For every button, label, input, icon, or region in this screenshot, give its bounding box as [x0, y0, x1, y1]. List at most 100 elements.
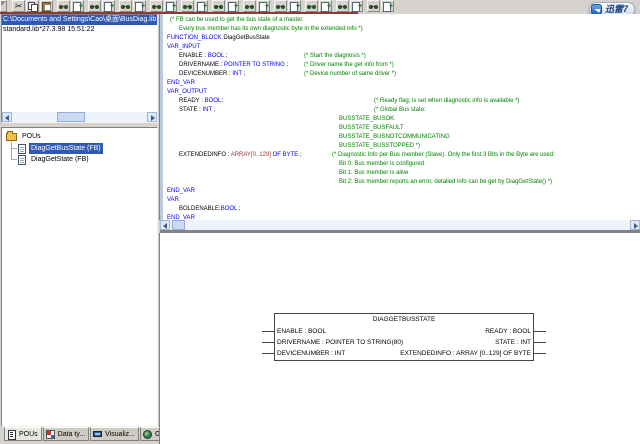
cut-icon[interactable]: [12, 0, 25, 12]
insert-page-icon[interactable]: [102, 0, 115, 12]
code-line: STATE : INT ;(* Global Bus state:: [164, 106, 640, 115]
insert-page-icon[interactable]: [195, 0, 208, 12]
code-line: BUSSTATE_BUSOK: [164, 115, 640, 124]
library-file-panel[interactable]: C:\Documents and Settings\Cao\桌面\BusDiag…: [1, 14, 158, 123]
code-comment: (* Diagnostic Info per Bus member (Slave…: [332, 151, 555, 160]
pou-tree-panel[interactable]: POUs DiagGetBusState (FB)DiagGetState (F…: [1, 127, 158, 427]
code-comment: (* Start the diagnosis *): [304, 52, 366, 61]
eyeglasses-icon[interactable]: [243, 0, 256, 12]
eyeglasses-icon[interactable]: [212, 0, 225, 12]
tree-item-diaggetstate-fb-[interactable]: DiagGetState (FB): [18, 154, 157, 165]
code-comment: BUSSTATE_BUSNOTCOMMUNICATING: [339, 133, 450, 142]
declaration-editor[interactable]: (* FB can be used to get the bus state o…: [159, 14, 640, 220]
code-line: VAR_INPUT: [164, 43, 640, 52]
tree-root-label: POUs: [20, 131, 43, 142]
eyeglasses-icon[interactable]: [305, 0, 318, 12]
fbd-pin-row: DEVICENUMBER : INTEXTENDEDINFO : ARRAY […: [277, 349, 531, 358]
eyeglasses-icon[interactable]: [367, 0, 380, 12]
library-info-item[interactable]: standard.lib*27.3.98 15:51:22: [2, 25, 157, 35]
tab-visualiz[interactable]: Visualiz...: [90, 427, 139, 441]
code-token: ;: [224, 53, 227, 59]
datatypes-icon: [46, 430, 56, 440]
code-token: INT: [202, 107, 212, 113]
tree-connector-tick: [11, 159, 17, 160]
eyeglasses-icon[interactable]: [150, 0, 163, 12]
output-pin-line: [534, 342, 546, 343]
code-line: BUSSTATE_BUSFAULT: [164, 124, 640, 133]
code-token: VAR_INPUT: [167, 44, 200, 50]
code-line: BUSSTATE_BUSNOTCOMMUNICATING: [164, 133, 640, 142]
code-token: ;: [242, 71, 245, 77]
clipped-toolbar-icon[interactable]: [0, 0, 7, 12]
insert-page-icon[interactable]: [257, 0, 270, 12]
output-pin-line: [534, 353, 546, 354]
tree-item-label: DiagGetBusState (FB): [29, 143, 103, 154]
code-line: Bit 2: Bus member reports an error, deta…: [164, 178, 640, 187]
fbd-input-label: DRIVERNAME : POINTER TO STRING(80): [277, 338, 403, 347]
code-token: VAR_OUTPUT: [167, 89, 207, 95]
code-token: ENABLE :: [179, 53, 208, 59]
code-comment: (* Driver name the get info from *): [304, 61, 394, 70]
scroll-track[interactable]: [12, 112, 147, 122]
eyeglasses-icon[interactable]: [57, 0, 70, 12]
insert-page-icon[interactable]: [381, 0, 394, 12]
pou-icon: [7, 430, 17, 440]
globals-icon: [143, 430, 153, 440]
insert-page-icon[interactable]: [164, 0, 177, 12]
eyeglasses-icon[interactable]: [274, 0, 287, 12]
function-block-box[interactable]: DIAGGETBUSSTATE ENABLE : BOOLREADY : BOO…: [274, 313, 534, 361]
output-pin-line: [534, 331, 546, 332]
fbd-input-label: ENABLE : BOOL: [277, 327, 326, 336]
scroll-thumb[interactable]: [57, 112, 85, 122]
code-line: DRIVERNAME : POINTER TO STRING ;(* Drive…: [164, 61, 640, 70]
scroll-right-button[interactable]: [630, 220, 640, 230]
paste-icon[interactable]: [40, 0, 53, 12]
tree-item-label: DiagGetState (FB): [29, 154, 91, 165]
insert-page-icon[interactable]: [71, 0, 84, 12]
fbd-input-label: DEVICENUMBER : INT: [277, 349, 345, 358]
eyeglasses-icon[interactable]: [119, 0, 132, 12]
eyeglasses-icon[interactable]: [181, 0, 194, 12]
library-path-item[interactable]: C:\Documents and Settings\Cao\桌面\BusDiag…: [2, 15, 157, 25]
eyeglasses-icon[interactable]: [88, 0, 101, 12]
code-line: Bit 0: Bus member is configured: [164, 160, 640, 169]
function-block-title: DIAGGETBUSSTATE: [275, 316, 533, 324]
code-token: POINTER TO STRING: [224, 62, 285, 68]
editor-hscrollbar[interactable]: [160, 220, 640, 230]
insert-page-icon[interactable]: [226, 0, 239, 12]
code-line: READY : BOOL;(* Ready flag; is set when …: [164, 97, 640, 106]
code-token: ;: [221, 98, 223, 104]
tab-dataty[interactable]: Data ty...: [43, 427, 90, 441]
code-comment: Bit 2: Bus member reports an error, deta…: [339, 178, 552, 187]
code-line: FUNCTION_BLOCK DiagGetBusState: [164, 34, 640, 43]
insert-page-icon[interactable]: [133, 0, 146, 12]
fbd-editor-body[interactable]: DIAGGETBUSSTATE ENABLE : BOOLREADY : BOO…: [159, 233, 640, 444]
scroll-left-button[interactable]: [2, 112, 12, 122]
insert-page-icon[interactable]: [319, 0, 332, 12]
copy-icon[interactable]: [26, 0, 39, 12]
tree-root-pous[interactable]: POUs: [6, 131, 157, 142]
file-panel-hscrollbar[interactable]: [2, 112, 157, 122]
code-token: VAR: [167, 197, 179, 203]
insert-page-icon[interactable]: [288, 0, 301, 12]
code-line: BUSSTATE_BUSSTOPPED *): [164, 142, 640, 151]
scroll-track[interactable]: [170, 220, 630, 230]
tree-item-diaggetbusstate-fb-[interactable]: DiagGetBusState (FB): [18, 143, 157, 154]
code-line: VAR: [164, 196, 640, 205]
scroll-right-button[interactable]: [147, 112, 157, 122]
tab-pous[interactable]: POUs: [4, 427, 42, 441]
scroll-left-button[interactable]: [160, 220, 170, 230]
scroll-thumb[interactable]: [172, 220, 185, 230]
code-comment: Bit 1: Bus member is alive: [339, 169, 408, 178]
code-comment: BUSSTATE_BUSSTOPPED *): [339, 142, 420, 151]
pou-page-icon: [18, 155, 26, 165]
code-comment: BUSSTATE_BUSOK: [339, 115, 394, 124]
insert-page-icon[interactable]: [350, 0, 363, 12]
code-line: END_VAR: [164, 187, 640, 196]
fbd-pin-row: ENABLE : BOOLREADY : BOOL: [277, 327, 531, 336]
input-pin-line: [262, 331, 274, 332]
code-comment: Bit 0: Bus member is configured: [339, 160, 424, 169]
code-comment: (* Ready flag; is set when diagnostic in…: [374, 97, 519, 106]
eyeglasses-icon[interactable]: [336, 0, 349, 12]
code-token: END_VAR: [167, 80, 195, 86]
